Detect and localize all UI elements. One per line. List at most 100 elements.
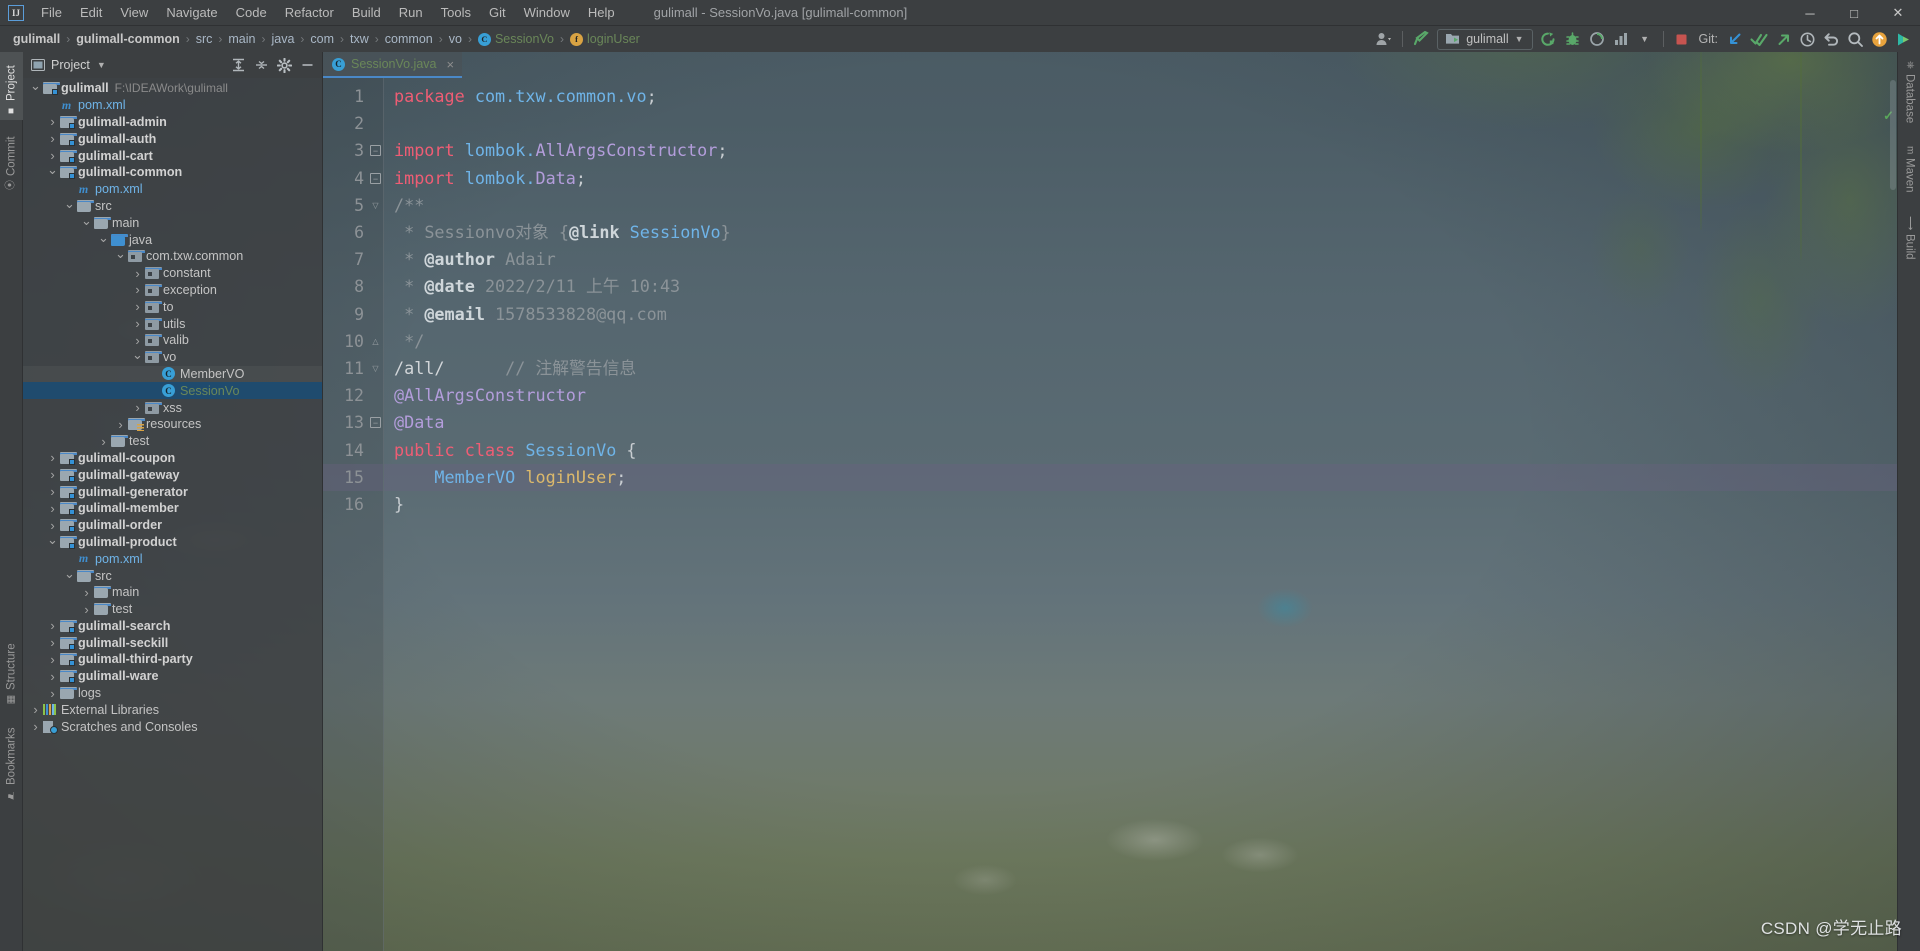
chevron-right-icon[interactable]: › [46, 518, 59, 533]
notifications-icon[interactable] [1868, 28, 1890, 50]
tree-node[interactable]: ⌄ gulimall-product [23, 533, 322, 551]
breadcrumb-item-gulimall[interactable]: gulimall [10, 30, 63, 48]
sidebar-item-maven[interactable]: m Maven [1898, 142, 1920, 204]
tree-node[interactable]: › gulimall-auth [23, 130, 322, 147]
chevron-down-icon[interactable]: ⌄ [131, 348, 144, 362]
sidebar-item-commit[interactable]: ⦿ Commit [0, 122, 23, 194]
chevron-right-icon[interactable]: › [46, 686, 59, 701]
expand-all-icon[interactable] [227, 54, 249, 76]
breadcrumb-item-sessionvo[interactable]: C SessionVo [475, 30, 557, 48]
code-fold-up-icon[interactable]: △ [370, 336, 381, 347]
tree-node[interactable]: › exception [23, 282, 322, 299]
chevron-down-icon[interactable]: ⌄ [80, 214, 93, 228]
chevron-down-icon[interactable]: ⌄ [46, 533, 59, 547]
breadcrumb-item-main[interactable]: main [225, 30, 258, 48]
tree-node[interactable]: › gulimall-cart [23, 147, 322, 164]
git-rollback-icon[interactable] [1820, 28, 1842, 50]
tree-node[interactable]: › Scratches and Consoles [23, 718, 322, 735]
code-editor[interactable]: 1 2 3−4−5 ▽ 6 7 8 9 10 △ 11 ▽ 12 13−14 15 16 package co… [323, 78, 1897, 951]
git-update-icon[interactable] [1724, 28, 1746, 50]
tree-node[interactable]: ⌄ src [23, 197, 322, 215]
tree-node[interactable]: › xss [23, 399, 322, 416]
tree-node[interactable]: ⌄ vo [23, 348, 322, 366]
menu-git[interactable]: Git [480, 2, 515, 23]
tree-node[interactable]: › to [23, 298, 322, 315]
tree-node[interactable]: C MemberVO [23, 365, 322, 383]
tree-node[interactable]: › gulimall-gateway [23, 466, 322, 483]
sidebar-item-project[interactable]: ■ Project [0, 52, 23, 120]
chevron-down-icon[interactable]: ⌄ [97, 231, 110, 245]
close-icon[interactable]: × [446, 57, 454, 72]
tree-node[interactable]: › gulimall-ware [23, 668, 322, 685]
profile-icon[interactable] [1610, 28, 1632, 50]
line-number-gutter[interactable]: 1 2 3−4−5 ▽ 6 7 8 9 10 △ 11 ▽ 12 13−14 15 16 [323, 78, 384, 951]
chevron-right-icon[interactable]: › [46, 618, 59, 633]
chevron-right-icon[interactable]: › [46, 131, 59, 146]
tree-node[interactable]: m pom.xml [23, 550, 322, 567]
chevron-right-icon[interactable]: › [97, 434, 110, 449]
tree-node[interactable]: m pom.xml [23, 97, 322, 114]
chevron-right-icon[interactable]: › [131, 333, 144, 348]
chevron-right-icon[interactable]: › [46, 484, 59, 499]
chevron-right-icon[interactable]: › [131, 299, 144, 314]
run-button-icon[interactable] [1538, 28, 1560, 50]
stop-button-icon[interactable] [1671, 28, 1693, 50]
chevron-right-icon[interactable]: › [46, 652, 59, 667]
tree-node[interactable]: › resources [23, 416, 322, 433]
chevron-right-icon[interactable]: › [46, 669, 59, 684]
collapse-all-icon[interactable] [250, 54, 272, 76]
hide-panel-icon[interactable] [296, 54, 318, 76]
menu-run[interactable]: Run [390, 2, 432, 23]
minimize-button[interactable]: ─ [1788, 0, 1832, 26]
chevron-down-icon[interactable]: ▼ [97, 60, 106, 70]
tree-node[interactable]: › External Libraries [23, 701, 322, 718]
code-text[interactable]: package com.txw.common.vo; import lombok.… [384, 78, 1897, 951]
tree-node[interactable]: › valib [23, 332, 322, 349]
sidebar-item-database[interactable]: ⎈ Database [1898, 56, 1920, 134]
chevron-right-icon[interactable]: › [46, 148, 59, 163]
chevron-right-icon[interactable]: › [131, 266, 144, 281]
tree-node[interactable]: › gulimall-member [23, 500, 322, 517]
chevron-right-icon[interactable]: › [131, 282, 144, 297]
tree-node[interactable]: › gulimall-coupon [23, 450, 322, 467]
tab-sessionvo-java[interactable]: C SessionVo.java × [323, 52, 463, 78]
git-push-icon[interactable] [1772, 28, 1794, 50]
menu-window[interactable]: Window [515, 2, 579, 23]
tree-node[interactable]: ⌄ main [23, 214, 322, 231]
chevron-down-icon[interactable]: ⌄ [46, 163, 59, 177]
ide-assistant-icon[interactable] [1892, 28, 1914, 50]
code-fold-down-icon[interactable]: ▽ [370, 363, 381, 374]
tree-node-selected[interactable]: C SessionVo [23, 382, 322, 400]
chevron-right-icon[interactable]: › [29, 719, 42, 734]
breadcrumb-item-gulimall-common[interactable]: gulimall-common [73, 30, 182, 48]
chevron-right-icon[interactable]: › [46, 467, 59, 482]
code-fold-box-icon[interactable]: − [370, 145, 381, 157]
tree-node[interactable]: › gulimall-seckill [23, 634, 322, 651]
menu-navigate[interactable]: Navigate [157, 2, 226, 23]
chevron-right-icon[interactable]: › [80, 585, 93, 600]
breadcrumb-item-common[interactable]: common [382, 30, 436, 48]
chevron-right-icon[interactable]: › [46, 635, 59, 650]
tree-node[interactable]: ⌄ gulimall F:\IDEAWork\gulimall [23, 79, 322, 97]
analysis-marker-bar[interactable]: ✓ [1883, 104, 1897, 951]
tree-node[interactable]: › test [23, 601, 322, 618]
search-everywhere-icon[interactable] [1844, 28, 1866, 50]
chevron-right-icon[interactable]: › [114, 417, 127, 432]
code-fold-box-icon[interactable]: − [370, 172, 381, 184]
maximize-button[interactable]: □ [1832, 0, 1876, 26]
menu-code[interactable]: Code [227, 2, 276, 23]
breadcrumb-item-com[interactable]: com [307, 30, 337, 48]
sidebar-item-structure[interactable]: ▦ Structure [0, 627, 23, 709]
settings-gear-icon[interactable] [273, 54, 295, 76]
tree-node[interactable]: › main [23, 584, 322, 601]
breadcrumb-item-loginuser[interactable]: f loginUser [567, 30, 643, 48]
chevron-right-icon[interactable]: › [80, 602, 93, 617]
tree-node[interactable]: › gulimall-generator [23, 483, 322, 500]
run-config-selector[interactable]: gulimall ▼ [1437, 28, 1533, 50]
run-with-coverage-icon[interactable] [1586, 28, 1608, 50]
chevron-right-icon[interactable]: › [46, 114, 59, 129]
project-tree[interactable]: ⌄ gulimall F:\IDEAWork\gulimall m pom.xml › gu… [23, 78, 322, 951]
tree-node[interactable]: ⌄ java [23, 231, 322, 248]
chevron-down-icon[interactable]: ⌄ [63, 567, 76, 581]
tree-node[interactable]: › test [23, 433, 322, 450]
